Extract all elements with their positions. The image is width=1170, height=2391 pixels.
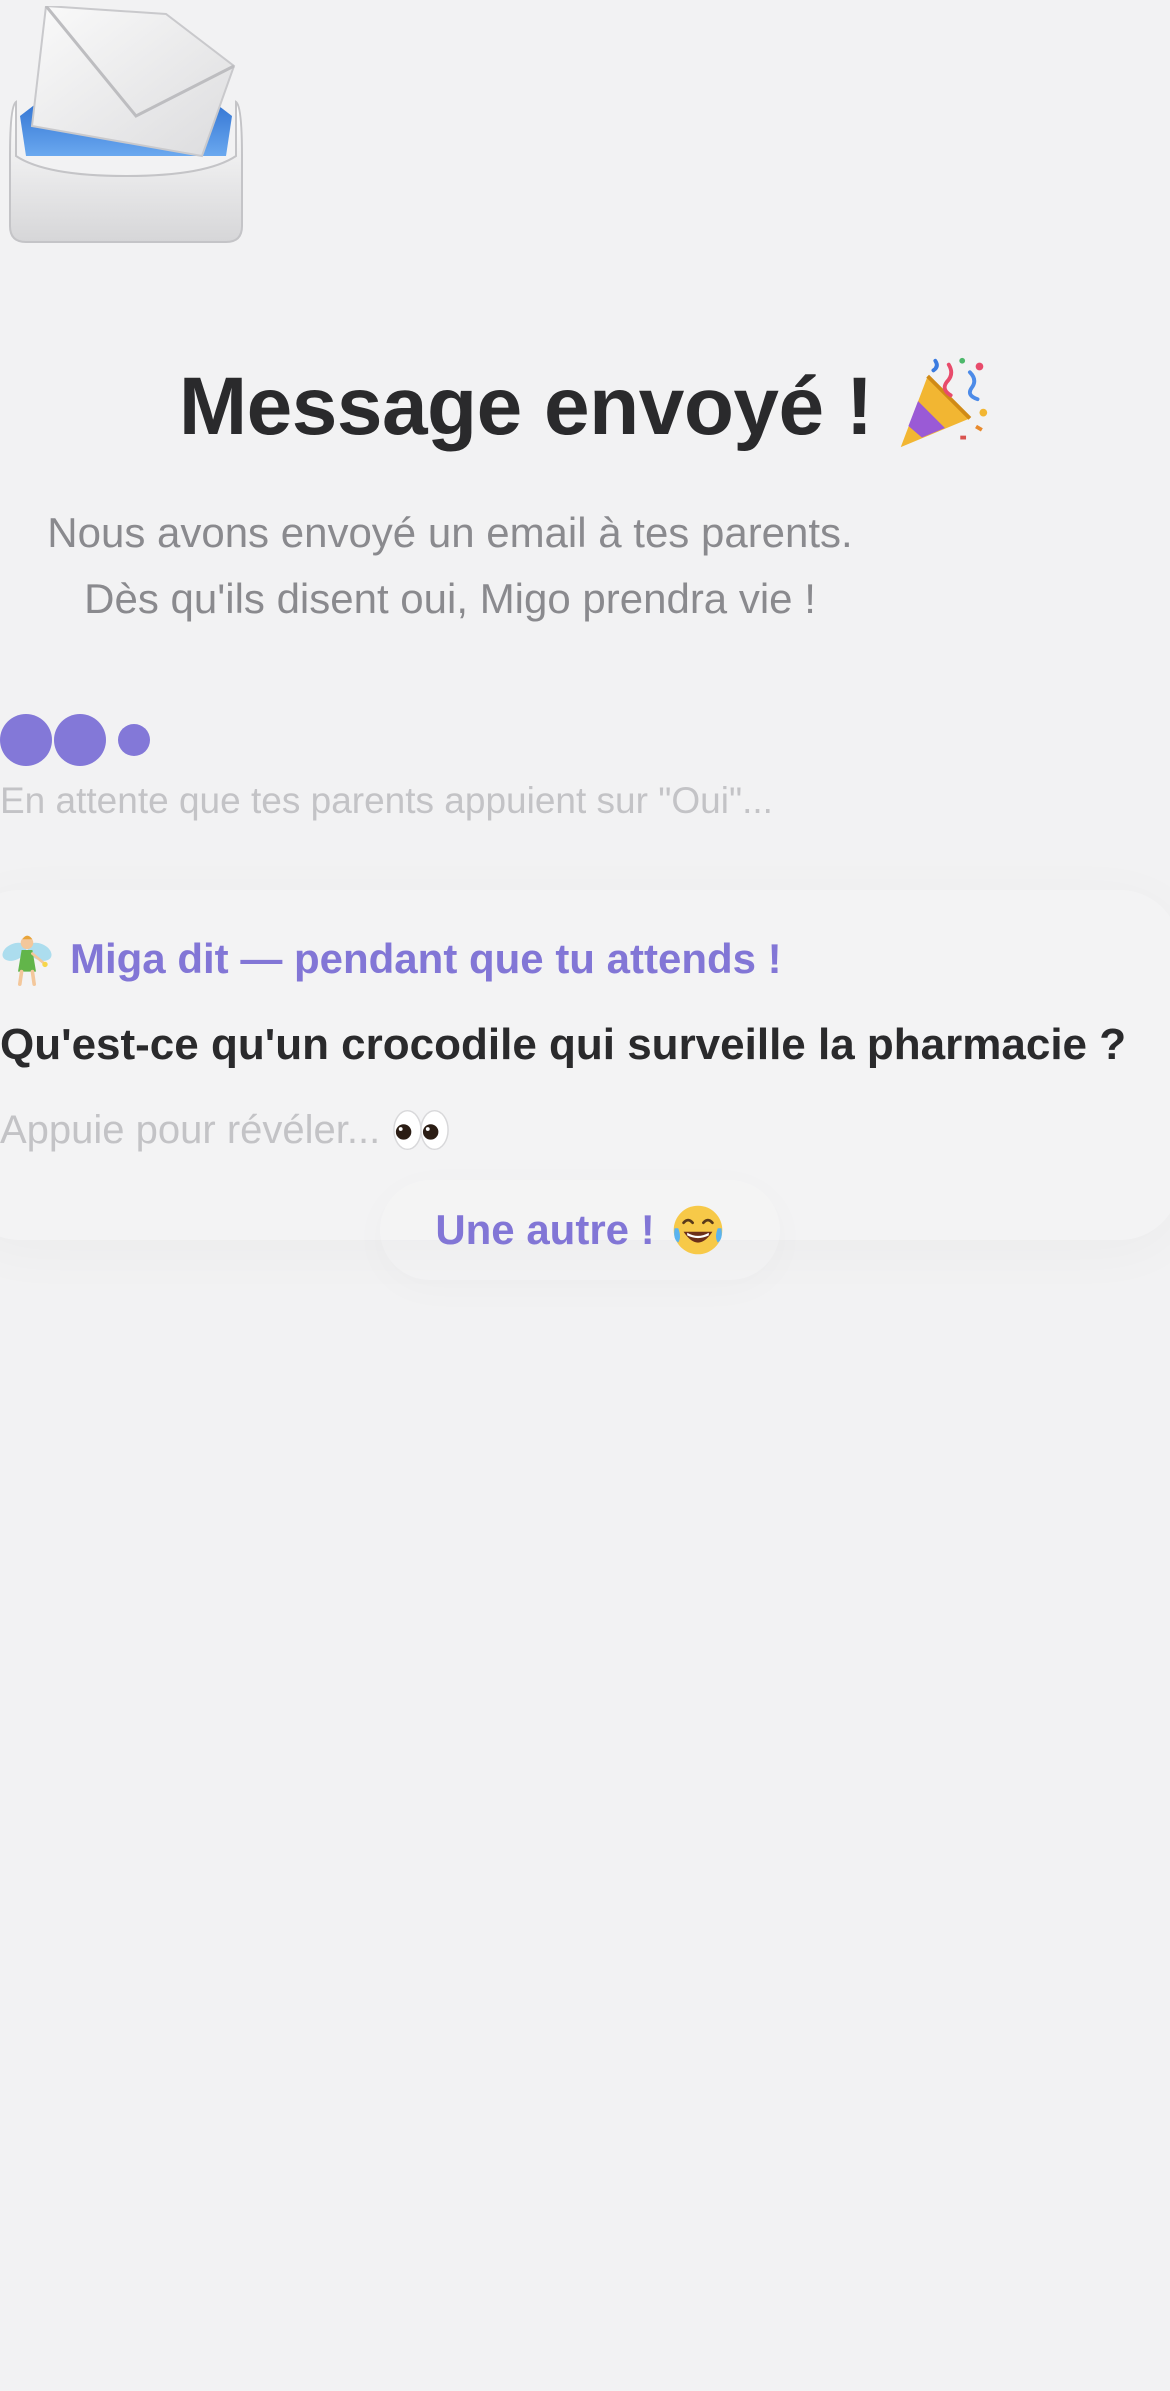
another-joke-label: Une autre ! [435,1206,655,1253]
party-popper-icon [900,357,988,448]
eyes-icon [393,1109,450,1151]
title-row: Message envoyé ! [0,357,1170,454]
loading-dot [118,724,150,756]
page-title: Message envoyé ! [178,361,873,452]
confirmation-line-1: Nous avons envoyé un email à tes parents… [47,509,853,556]
loading-dot [54,714,106,766]
waiting-status-text: En attente que tes parents appuient sur … [0,780,773,821]
another-joke-button[interactable]: Une autre ! [380,1180,780,1280]
joke-header-text: Miga dit — pendant que tu attends ! [70,935,782,982]
joke-question: Qu'est-ce qu'un crocodile qui surveille … [0,1020,1127,1069]
joke-header: Miga dit — pendant que tu attends ! [0,930,782,988]
laughing-face-icon [673,1205,722,1255]
reveal-answer-button[interactable]: Appuie pour révéler... [0,1100,450,1160]
page: Message envoyé ! Nous avons envoyé un em… [0,0,1170,2391]
fairy-icon [2,935,52,986]
loading-dot [0,714,52,766]
confirmation-message: Nous avons envoyé un email à tes parents… [0,500,900,632]
reveal-answer-label: Appuie pour révéler... [0,1107,381,1152]
confirmation-line-2: Dès qu'ils disent oui, Migo prendra vie … [84,575,816,622]
inbox-tray-envelope-icon [9,6,243,243]
